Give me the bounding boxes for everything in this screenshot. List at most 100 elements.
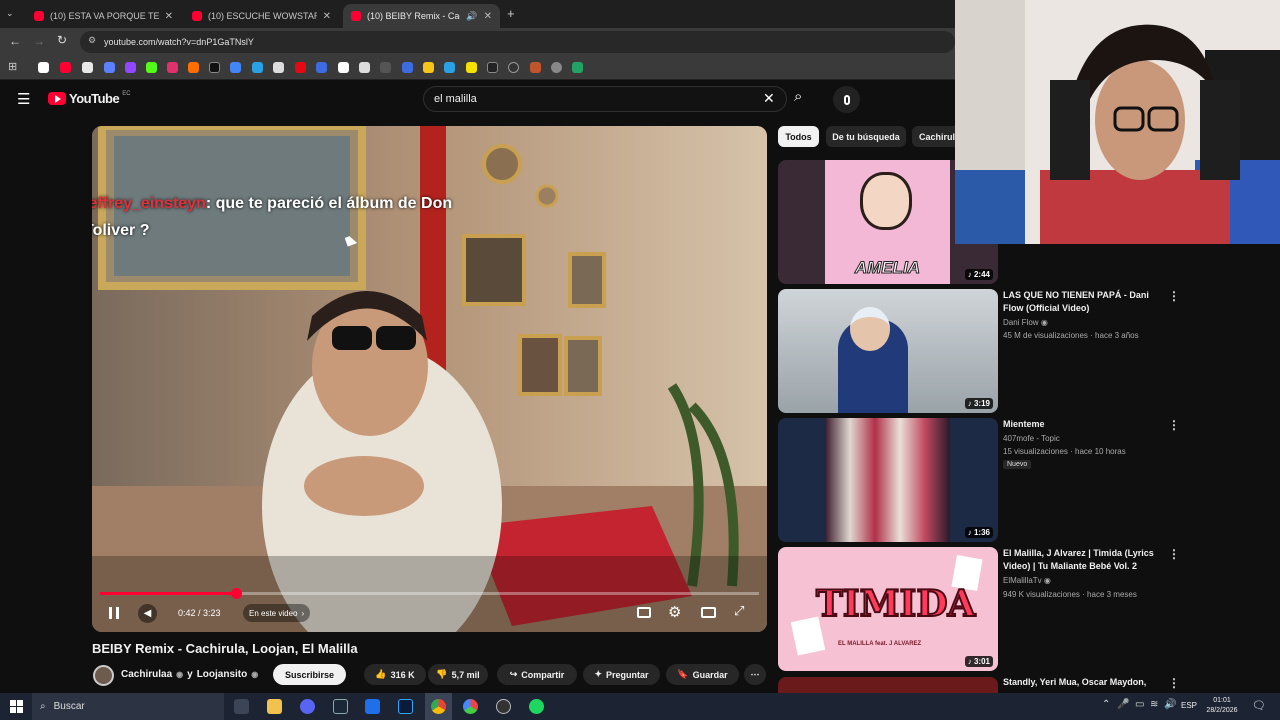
file-explorer-icon[interactable]: [267, 699, 282, 714]
windows-start-icon[interactable]: [10, 700, 23, 713]
more-options-icon[interactable]: ⋮: [1168, 418, 1180, 432]
channel-name[interactable]: Cachirulaa: [121, 669, 172, 680]
bookmark-icon[interactable]: [338, 62, 349, 73]
bookmark-icon[interactable]: [104, 62, 115, 73]
clear-search-icon[interactable]: ✕: [763, 90, 775, 107]
vscode-icon[interactable]: [365, 699, 380, 714]
bookmark-icon[interactable]: [316, 62, 327, 73]
discord-icon[interactable]: [300, 699, 315, 714]
taskbar-clock[interactable]: 01:01 28/2/2026: [1200, 696, 1244, 716]
app-icon[interactable]: [463, 699, 478, 714]
bookmark-icon[interactable]: [209, 62, 220, 73]
chip-cachirula[interactable]: Cachirul: [912, 126, 955, 147]
microphone-tray-icon[interactable]: 🎤: [1117, 699, 1129, 710]
site-info-icon[interactable]: ⚙: [88, 35, 96, 46]
recommendation-title[interactable]: Standly, Yeri Mua, Oscar Maydon,: [1003, 676, 1163, 693]
bookmark-icon[interactable]: [60, 62, 71, 73]
dislike-button[interactable]: 👎 5,7 mil: [428, 664, 488, 685]
obs-icon[interactable]: [496, 699, 511, 714]
recommendation-channel[interactable]: ElMalillaTv ◉: [1003, 574, 1051, 587]
steam-icon[interactable]: [333, 699, 348, 714]
channel-avatar[interactable]: [93, 665, 114, 686]
pause-icon[interactable]: [109, 607, 119, 619]
bookmark-icon[interactable]: [38, 62, 49, 73]
subtitles-icon[interactable]: [637, 607, 651, 618]
bookmark-icon[interactable]: [530, 62, 541, 73]
bookmark-icon[interactable]: [167, 62, 178, 73]
network-icon[interactable]: ▭: [1135, 699, 1144, 710]
taskbar-search-input[interactable]: ⌕ Buscar: [32, 693, 224, 720]
spotify-icon[interactable]: [529, 699, 544, 714]
more-actions-button[interactable]: ⋯: [744, 664, 766, 685]
bookmark-icon[interactable]: [82, 62, 93, 73]
volume-tray-icon[interactable]: 🔊: [1164, 699, 1176, 710]
bookmark-icon[interactable]: [402, 62, 413, 73]
browser-tab-2[interactable]: (10) ESCUCHE WOWSTAR Y ME ✕: [184, 4, 339, 28]
bookmark-icon[interactable]: [444, 62, 455, 73]
recommendation-thumbnail[interactable]: ♪ 1:36: [778, 418, 998, 542]
bookmark-icon[interactable]: [125, 62, 136, 73]
settings-gear-icon[interactable]: ⚙: [668, 603, 681, 621]
recommendation-thumbnail[interactable]: ♪ 3:19: [778, 289, 998, 413]
bookmark-icon[interactable]: [188, 62, 199, 73]
apps-grid-icon[interactable]: ⊞: [8, 60, 17, 73]
input-language[interactable]: ESP: [1181, 701, 1197, 710]
voice-search-icon[interactable]: [833, 86, 860, 113]
more-options-icon[interactable]: ⋮: [1168, 289, 1180, 303]
address-bar[interactable]: ⚙ youtube.com/watch?v=dnP1GaTNslY: [80, 31, 955, 53]
save-button[interactable]: 🔖 Guardar: [666, 664, 739, 685]
bookmark-icon[interactable]: [359, 62, 370, 73]
bookmark-icon[interactable]: [146, 62, 157, 73]
fullscreen-icon[interactable]: ⤢: [734, 603, 744, 619]
recommendation-title[interactable]: Mienteme: [1003, 418, 1163, 431]
bookmark-icon[interactable]: [508, 62, 519, 73]
video-player[interactable]: jeffrey_einsteyn: que te pareció el álbu…: [92, 126, 767, 632]
recommendation-title[interactable]: LAS QUE NO TIENEN PAPÁ - Dani Flow (Offi…: [1003, 289, 1163, 315]
bookmark-icon[interactable]: [572, 62, 583, 73]
reload-icon[interactable]: ↻: [57, 33, 67, 47]
forward-icon[interactable]: →: [33, 34, 45, 48]
bookmark-icon[interactable]: [423, 62, 434, 73]
recommendation-title[interactable]: El Malilla, J Alvarez | Timida (Lyrics V…: [1003, 547, 1163, 573]
speaker-icon[interactable]: 🔊: [466, 11, 477, 22]
browser-tab-3[interactable]: (10) BEIBY Remix - Cachirula 🔊 ✕: [343, 4, 500, 28]
more-options-icon[interactable]: ⋮: [1168, 547, 1180, 561]
menu-icon[interactable]: ☰: [17, 90, 30, 108]
bookmark-icon[interactable]: [295, 62, 306, 73]
channel-name-2[interactable]: Loojansito: [197, 669, 248, 680]
browser-tab-1[interactable]: (10) ESTA VA PORQUE TE QUIER ✕: [26, 4, 181, 28]
bookmark-icon[interactable]: [487, 62, 498, 73]
volume-button[interactable]: ◀: [138, 604, 157, 623]
subscribe-button[interactable]: Suscribirse: [273, 664, 346, 685]
bookmark-icon[interactable]: [273, 62, 284, 73]
close-tab-icon[interactable]: ✕: [165, 11, 173, 22]
ask-button[interactable]: ✦ Preguntar: [583, 664, 660, 685]
in-this-video-button[interactable]: En este video ›: [243, 604, 311, 622]
search-icon[interactable]: ⌕: [794, 88, 802, 105]
bookmark-icon[interactable]: [230, 62, 241, 73]
recommendation-channel[interactable]: Dani Flow ◉: [1003, 316, 1048, 329]
wifi-icon[interactable]: ≋: [1150, 699, 1158, 710]
notifications-icon[interactable]: 🗨: [1252, 699, 1266, 712]
tab-search-icon[interactable]: ⌄: [6, 8, 14, 19]
bookmark-icon[interactable]: [252, 62, 263, 73]
chip-todos[interactable]: Todos: [778, 126, 819, 147]
bookmark-icon[interactable]: [466, 62, 477, 73]
close-tab-icon[interactable]: ✕: [323, 11, 331, 22]
recommendation-thumbnail[interactable]: TIMIDA EL MALILLA feat. J ALVAREZ ♪ 3:01: [778, 547, 998, 671]
progress-bar[interactable]: [100, 588, 759, 599]
bookmark-icon[interactable]: [380, 62, 391, 73]
task-view-icon[interactable]: [234, 699, 249, 714]
theater-mode-icon[interactable]: [701, 607, 716, 618]
share-button[interactable]: ↪ Compartir: [497, 664, 577, 685]
search-input[interactable]: el malilla: [423, 86, 787, 112]
recommendation-channel[interactable]: 407mofe - Topic: [1003, 432, 1060, 445]
chip-de-tu-busqueda[interactable]: De tu búsqueda: [826, 126, 906, 147]
more-options-icon[interactable]: ⋮: [1168, 676, 1180, 690]
close-tab-icon[interactable]: ✕: [484, 11, 492, 22]
like-button[interactable]: 👍 316 K: [364, 664, 426, 685]
recommendation-thumbnail[interactable]: [778, 677, 998, 693]
tray-chevron-icon[interactable]: ⌃: [1102, 699, 1110, 710]
photoshop-icon[interactable]: [398, 699, 413, 714]
bookmark-icon[interactable]: [551, 62, 562, 73]
